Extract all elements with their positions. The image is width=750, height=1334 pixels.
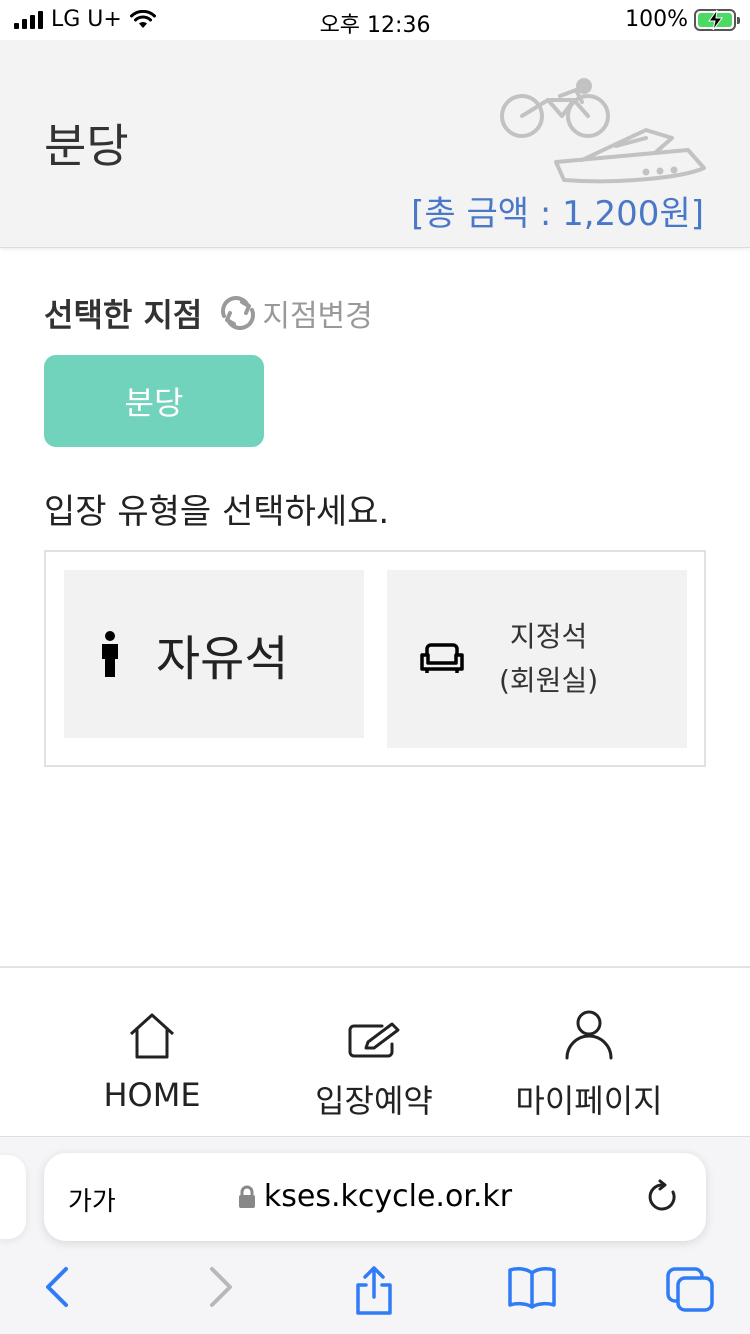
header: 분당 [총 금액 : 1,200원] xyxy=(0,40,750,248)
bookmarks-icon[interactable] xyxy=(506,1265,558,1309)
reserved-seat-button[interactable]: 지정석 (회원실) xyxy=(387,570,687,748)
status-bar: LG U+ 오후 12:36 100% xyxy=(0,0,750,40)
free-seat-button[interactable]: 자유석 xyxy=(64,570,364,738)
reserved-seat-line2: (회원실) xyxy=(499,664,599,697)
status-right: 100% xyxy=(625,7,740,32)
forward-icon[interactable] xyxy=(204,1265,238,1309)
refresh-icon xyxy=(221,296,256,330)
url-text: kses.kcycle.or.kr xyxy=(263,1179,513,1214)
reserved-seat-line1: 지정석 xyxy=(509,620,588,653)
cycling-boat-illustration xyxy=(500,78,706,184)
battery-icon xyxy=(694,8,740,31)
back-icon[interactable] xyxy=(40,1265,74,1309)
person-icon xyxy=(102,631,118,677)
nav-home[interactable]: HOME xyxy=(32,1004,272,1114)
user-icon xyxy=(565,1010,613,1060)
home-icon xyxy=(129,1013,175,1059)
change-branch-label: 지점변경 xyxy=(262,299,373,334)
change-branch-link[interactable]: 지점변경 xyxy=(216,291,373,335)
nav-reserve[interactable]: 입장예약 xyxy=(254,1004,494,1122)
sofa-icon xyxy=(420,643,464,673)
lock-icon xyxy=(238,1185,255,1208)
bottom-nav: HOME 입장예약 마이페이지 xyxy=(0,966,750,1136)
total-amount: [총 금액 : 1,200원] xyxy=(411,194,704,234)
browser-toolbar: 가가 kses.kcycle.or.kr xyxy=(0,1136,750,1334)
reserved-seat-label: 지정석 (회원실) xyxy=(499,615,598,703)
nav-mypage[interactable]: 마이페이지 xyxy=(469,1004,709,1122)
entry-type-box: 자유석 지정석 (회원실) xyxy=(44,550,706,767)
page-title: 분당 xyxy=(44,119,129,173)
entry-type-prompt: 입장 유형을 선택하세요. xyxy=(44,492,390,532)
reload-icon[interactable] xyxy=(646,1179,680,1215)
branch-row: 선택한 지점 지점변경 xyxy=(44,290,373,336)
nav-reserve-label: 입장예약 xyxy=(315,1082,433,1120)
previous-tab-edge[interactable] xyxy=(0,1155,26,1239)
selected-branch-heading: 선택한 지점 xyxy=(44,296,203,334)
share-icon[interactable] xyxy=(352,1265,396,1317)
battery-percent: 100% xyxy=(625,7,688,32)
nav-home-label: HOME xyxy=(103,1076,201,1114)
selected-branch-chip[interactable]: 분당 xyxy=(44,355,264,447)
url-display: kses.kcycle.or.kr xyxy=(44,1179,706,1214)
tabs-icon[interactable] xyxy=(664,1265,716,1313)
free-seat-label: 자유석 xyxy=(156,631,289,687)
nav-mypage-label: 마이페이지 xyxy=(515,1082,663,1120)
address-bar[interactable]: 가가 kses.kcycle.or.kr xyxy=(44,1153,706,1241)
edit-icon xyxy=(348,1022,400,1058)
